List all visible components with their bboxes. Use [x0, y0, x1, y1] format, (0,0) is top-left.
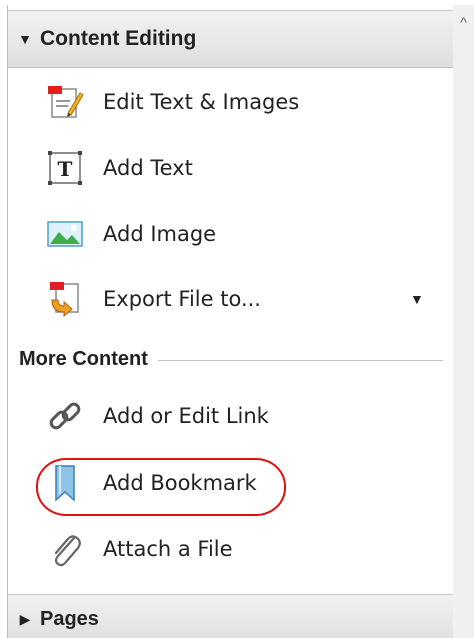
export-file-item[interactable]: Export File to... ▼	[8, 271, 453, 327]
link-icon	[45, 396, 85, 436]
svg-text:T: T	[58, 157, 73, 181]
section-divider	[157, 359, 443, 361]
add-bookmark-label: Add Bookmark	[103, 471, 257, 495]
more-content-section: More Content	[8, 342, 453, 376]
attach-file-item[interactable]: Attach a File	[8, 521, 453, 577]
add-text-icon: T	[45, 148, 85, 188]
add-text-item[interactable]: T Add Text	[8, 140, 453, 196]
export-file-icon	[45, 279, 85, 319]
bookmark-icon	[45, 463, 85, 503]
tools-panel: ▼ Content Editing Edit Text & Images T A…	[7, 5, 454, 638]
add-edit-link-label: Add or Edit Link	[103, 404, 269, 428]
add-image-label: Add Image	[103, 222, 217, 246]
add-edit-link-item[interactable]: Add or Edit Link	[8, 388, 453, 444]
edit-text-images-item[interactable]: Edit Text & Images	[8, 74, 453, 130]
more-content-title: More Content	[19, 347, 148, 370]
paperclip-icon	[45, 529, 85, 569]
vertical-scrollbar[interactable]: ^	[453, 5, 474, 638]
dropdown-arrow-icon[interactable]: ▼	[410, 291, 424, 307]
edit-text-images-icon	[45, 82, 85, 122]
scroll-up-arrow-icon[interactable]: ^	[453, 13, 474, 31]
export-file-label: Export File to...	[103, 287, 261, 311]
content-editing-title: Content Editing	[40, 27, 197, 50]
expand-triangle-icon: ▶	[19, 610, 31, 627]
pages-title: Pages	[40, 607, 99, 630]
add-image-item[interactable]: Add Image	[8, 206, 453, 262]
pages-header[interactable]: ▶ Pages	[8, 594, 453, 638]
add-image-icon	[45, 214, 85, 254]
edit-text-images-label: Edit Text & Images	[103, 90, 300, 114]
attach-file-label: Attach a File	[103, 537, 233, 561]
collapse-triangle-icon: ▼	[18, 31, 32, 47]
content-editing-header[interactable]: ▼ Content Editing	[8, 10, 453, 68]
add-text-label: Add Text	[103, 156, 193, 180]
add-bookmark-item[interactable]: Add Bookmark	[8, 455, 453, 511]
